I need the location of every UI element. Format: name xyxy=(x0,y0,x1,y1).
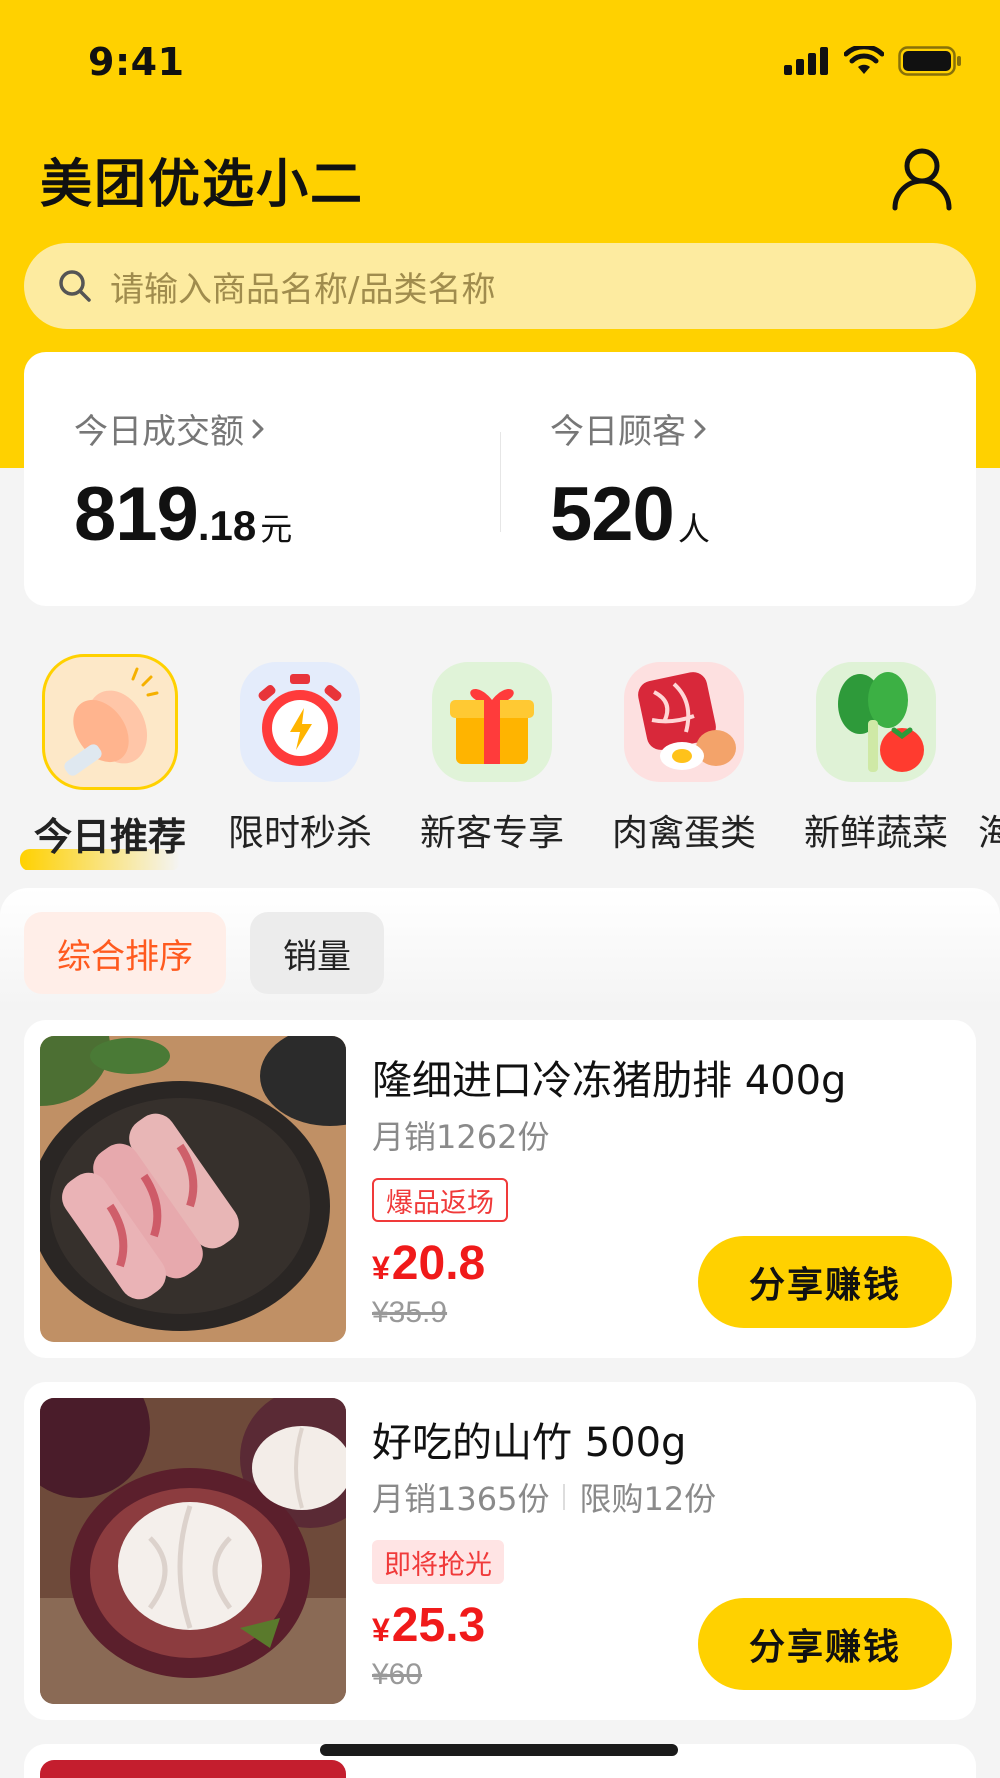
search-placeholder: 请输入商品名称/品类名称 xyxy=(110,269,496,310)
category-bar: 今日推荐 限时秒杀 新客专享 肉禽蛋类 新鲜蔬菜 海 xyxy=(0,640,1000,870)
stat-customers-num: 520 xyxy=(550,472,675,557)
stat-divider xyxy=(500,432,501,532)
category-label: 新鲜蔬菜 xyxy=(803,813,948,854)
stat-customers-label: 今日顾客 xyxy=(550,412,686,452)
sort-tab-sales[interactable]: 销量 xyxy=(250,912,384,994)
stat-customers[interactable]: 今日顾客 520 人 xyxy=(550,404,710,558)
stat-customers-label-row: 今日顾客 xyxy=(550,404,710,453)
category-label: 新客专享 xyxy=(419,813,564,854)
home-indicator[interactable] xyxy=(320,1744,678,1756)
category-label: 海 xyxy=(978,813,1000,854)
product-name: 隆细进口冷冻猪肋排 400g xyxy=(372,1058,847,1104)
original-price: ¥35.9 xyxy=(372,1296,448,1329)
page-title: 美团优选小二 xyxy=(40,155,365,215)
battery-icon xyxy=(898,46,961,76)
original-price: ¥60 xyxy=(372,1658,423,1691)
stat-customers-value: 520 人 xyxy=(550,471,710,558)
status-bar: 9:41 xyxy=(0,0,1000,120)
meat-egg-icon xyxy=(624,662,744,782)
category-label-text: 今日推荐 xyxy=(33,815,186,859)
product-meta: 月销1262份 xyxy=(372,1112,549,1158)
share-earn-button[interactable]: 分享赚钱 xyxy=(698,1236,952,1328)
stat-sales-label-row: 今日成交额 xyxy=(74,404,292,453)
status-time: 9:41 xyxy=(88,40,185,84)
status-icons xyxy=(784,46,962,76)
profile-button[interactable] xyxy=(886,142,958,214)
category-item-meat-eggs[interactable]: 肉禽蛋类 xyxy=(594,640,774,856)
category-label: 肉禽蛋类 xyxy=(611,813,756,854)
stats-card: 今日成交额 819 .18 元 今日顾客 520 人 xyxy=(24,352,976,606)
category-label: 今日推荐 xyxy=(20,806,200,870)
chevron-right-icon xyxy=(694,419,706,438)
wifi-icon xyxy=(844,46,884,74)
stat-sales-label: 今日成交额 xyxy=(74,412,244,452)
stat-sales-dec: .18 xyxy=(197,502,257,549)
product-image-partial xyxy=(40,1760,346,1778)
share-earn-button[interactable]: 分享赚钱 xyxy=(698,1598,952,1690)
category-item-new-customer[interactable]: 新客专享 xyxy=(402,640,582,856)
stat-sales-value: 819 .18 元 xyxy=(74,471,292,558)
stat-customers-unit: 人 xyxy=(677,510,710,548)
currency-symbol: ¥ xyxy=(372,1612,390,1648)
vegetable-icon xyxy=(816,662,936,782)
category-item-vegetables[interactable]: 新鲜蔬菜 xyxy=(786,640,966,856)
search-icon xyxy=(59,270,91,302)
category-item-today[interactable]: 今日推荐 xyxy=(20,640,200,870)
product-tag: 即将抢光 xyxy=(372,1540,504,1584)
sort-tab-comprehensive[interactable]: 综合排序 xyxy=(24,912,226,994)
product-card[interactable]: 好吃的山竹 500g 月销1365份 限购12份 即将抢光 ¥ 25.3 ¥60… xyxy=(24,1382,976,1720)
product-price: ¥ 20.8 xyxy=(372,1236,485,1291)
product-monthly-sales: 月销1262份 xyxy=(372,1118,550,1156)
stat-sales-unit: 元 xyxy=(260,510,293,548)
search-input[interactable]: 请输入商品名称/品类名称 xyxy=(24,243,976,329)
product-card[interactable]: 隆细进口冷冻猪肋排 400g 月销1262份 爆品返场 ¥ 20.8 ¥35.9… xyxy=(24,1020,976,1358)
gift-box-icon xyxy=(432,662,552,782)
product-monthly-sales: 月销1365份 xyxy=(372,1480,550,1518)
product-purchase-limit: 限购12份 xyxy=(579,1480,717,1518)
category-item-flash-sale[interactable]: 限时秒杀 xyxy=(210,640,390,856)
product-image-mangosteen[interactable] xyxy=(40,1398,346,1704)
currency-symbol: ¥ xyxy=(372,1250,390,1286)
product-price: ¥ 25.3 xyxy=(372,1598,485,1653)
category-label: 限时秒杀 xyxy=(227,813,372,854)
chevron-right-icon xyxy=(252,419,264,438)
price-value: 25.3 xyxy=(391,1599,486,1652)
stat-sales[interactable]: 今日成交额 819 .18 元 xyxy=(74,404,292,558)
category-item-seafood[interactable]: 海 xyxy=(978,640,1000,856)
clapping-hands-icon xyxy=(42,654,178,790)
stopwatch-icon xyxy=(240,662,360,782)
stat-sales-int: 819 xyxy=(74,472,199,557)
product-tag: 爆品返场 xyxy=(372,1178,508,1222)
product-image-pork-ribs[interactable] xyxy=(40,1036,346,1342)
product-meta: 月销1365份 限购12份 xyxy=(372,1474,716,1520)
price-value: 20.8 xyxy=(391,1237,486,1290)
meta-divider xyxy=(563,1484,566,1510)
product-name: 好吃的山竹 500g xyxy=(372,1420,687,1466)
cellular-signal-icon xyxy=(784,47,828,75)
user-icon xyxy=(892,148,952,211)
